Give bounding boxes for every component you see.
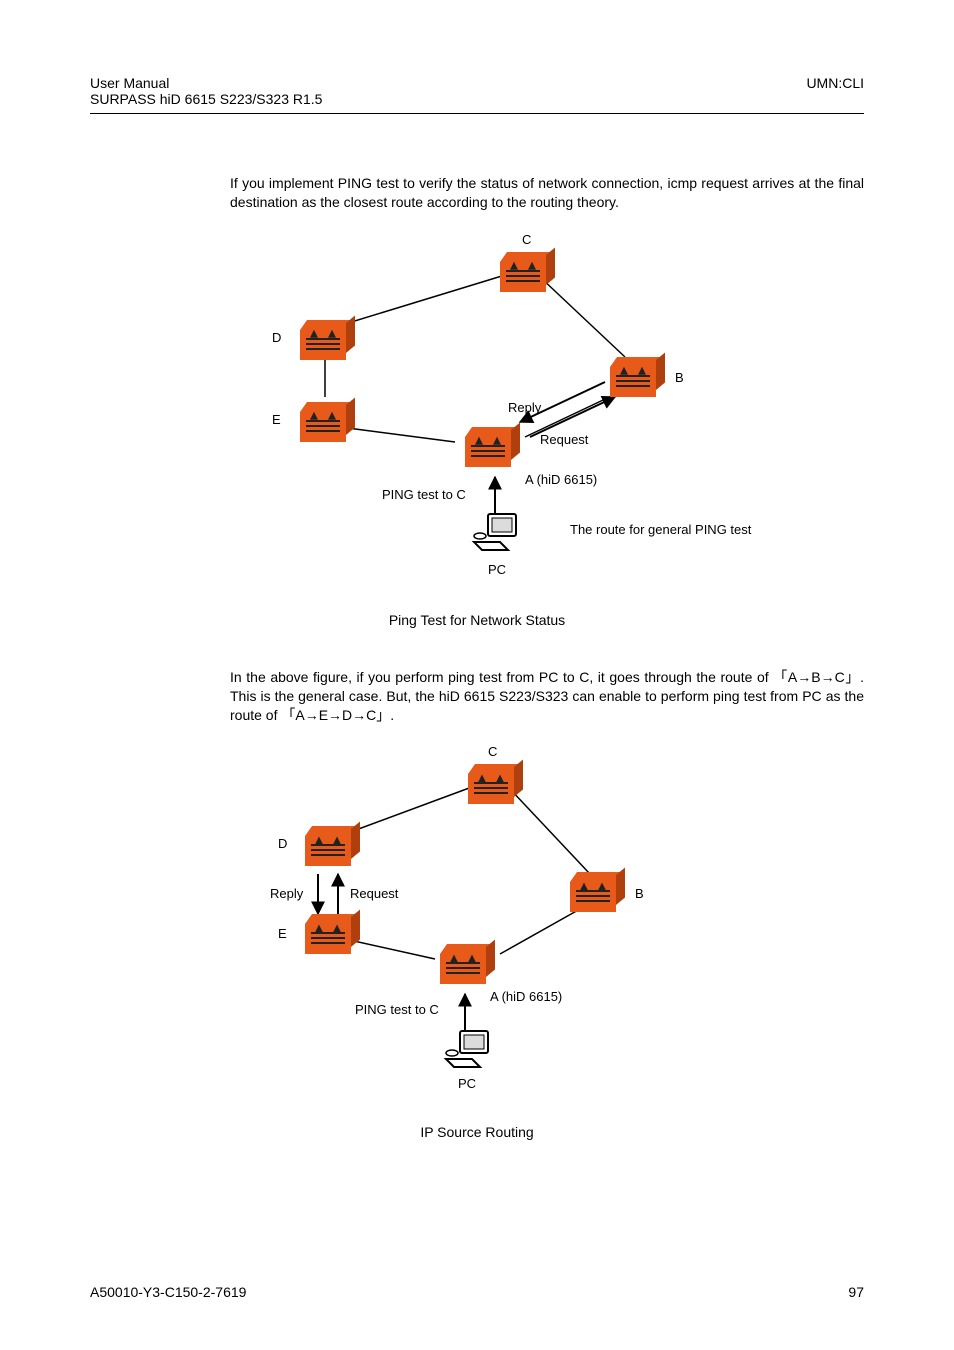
- label-a: A (hiD 6615): [525, 472, 597, 487]
- label-e: E: [272, 412, 281, 427]
- label-ping: PING test to C: [382, 487, 466, 502]
- label-pc: PC: [488, 562, 506, 577]
- figure-caption-2: IP Source Routing: [90, 1124, 864, 1140]
- label-reply: Reply: [270, 886, 303, 901]
- pc-icon: [470, 512, 520, 556]
- figure-caption-1: Ping Test for Network Status: [90, 612, 864, 628]
- router-icon: [440, 944, 486, 984]
- pc-icon: [442, 1029, 492, 1073]
- paragraph-1: If you implement PING test to verify the…: [230, 174, 864, 212]
- footer-page-number: 97: [848, 1284, 864, 1300]
- label-ping: PING test to C: [355, 1002, 439, 1017]
- footer-docid: A50010-Y3-C150-2-7619: [90, 1284, 246, 1300]
- router-icon: [465, 427, 511, 467]
- router-icon: [570, 872, 616, 912]
- label-route: The route for general PING test: [570, 522, 751, 537]
- router-icon: [500, 252, 546, 292]
- figure-ip-source-routing: C D E B A (hiD 6615) Reply Request PING …: [230, 754, 750, 1094]
- router-icon: [468, 764, 514, 804]
- figure-ping-test: C D E B A (hiD 6615) Reply Request PING …: [230, 242, 850, 582]
- router-icon: [610, 357, 656, 397]
- router-icon: [300, 320, 346, 360]
- label-pc: PC: [458, 1076, 476, 1091]
- label-c: C: [488, 744, 497, 759]
- label-d: D: [278, 836, 287, 851]
- label-e: E: [278, 926, 287, 941]
- label-request: Request: [350, 886, 398, 901]
- label-a: A (hiD 6615): [490, 989, 562, 1004]
- label-b: B: [675, 370, 684, 385]
- label-d: D: [272, 330, 281, 345]
- router-icon: [305, 914, 351, 954]
- header-right: UMN:CLI: [806, 75, 864, 107]
- header-left-1: User Manual: [90, 75, 322, 91]
- header-rule: [90, 113, 864, 114]
- paragraph-2: In the above figure, if you perform ping…: [230, 668, 864, 725]
- label-reply: Reply: [508, 400, 541, 415]
- router-icon: [300, 402, 346, 442]
- label-c: C: [522, 232, 531, 247]
- header-left-2: SURPASS hiD 6615 S223/S323 R1.5: [90, 91, 322, 107]
- router-icon: [305, 826, 351, 866]
- label-request: Request: [540, 432, 588, 447]
- label-b: B: [635, 886, 644, 901]
